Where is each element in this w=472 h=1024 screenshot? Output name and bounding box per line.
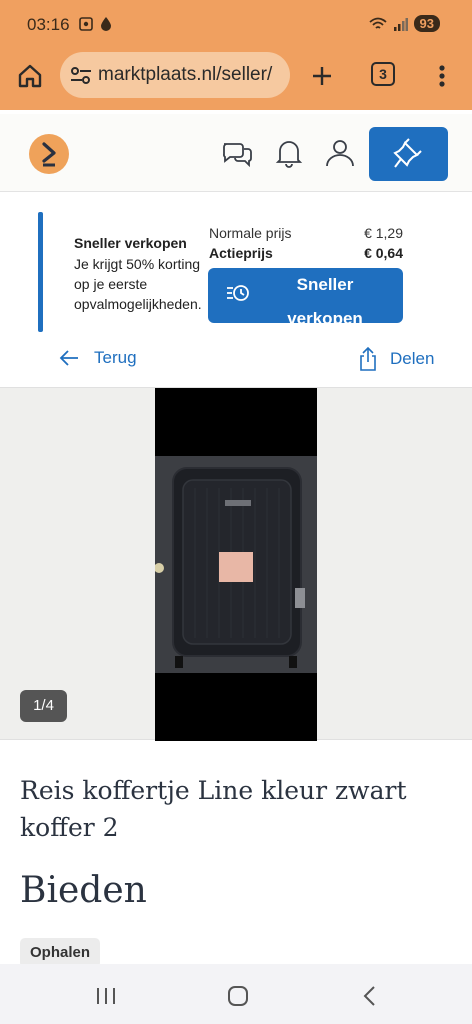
site-settings-icon[interactable]: [70, 66, 92, 86]
wifi-icon: [368, 17, 387, 29]
listing-nav-row: Terug Delen: [0, 340, 472, 386]
tab-switcher-button[interactable]: 3: [371, 62, 395, 86]
listing-price: Bieden: [20, 870, 147, 911]
share-link[interactable]: Delen: [358, 346, 434, 372]
action-price-row: Actieprijs € 0,64: [209, 245, 403, 261]
more-vert-icon: [439, 65, 445, 87]
user-icon: [326, 140, 354, 167]
screenshot-icon: [79, 17, 93, 31]
arrow-left-icon: [59, 350, 78, 366]
listing-photo[interactable]: [154, 388, 317, 741]
action-price-label: Actieprijs: [209, 245, 273, 261]
system-navigation-bar: [0, 964, 472, 1024]
promo-banner: Sneller verkopen Je krijgt 50% korting o…: [0, 192, 472, 340]
share-label: Delen: [390, 349, 435, 368]
back-nav-icon[interactable]: [360, 984, 380, 1008]
battery-indicator: 93: [413, 15, 440, 32]
suitcase-image: [154, 456, 317, 673]
promo-accent-bar: [38, 212, 43, 332]
sell-faster-label: Sneller verkopen: [287, 275, 363, 328]
normal-price-label: Normale prijs: [209, 225, 292, 241]
bell-icon: [275, 141, 303, 168]
browser-chrome: 03:16 93 marktplaats.nl/seller/ 3: [0, 0, 472, 110]
status-notification-icons: [78, 16, 112, 32]
place-ad-button[interactable]: [369, 127, 448, 181]
photo-counter: 1/4: [20, 690, 67, 722]
signal-icon: [393, 17, 408, 31]
clock-list-icon: [227, 285, 249, 301]
address-bar[interactable]: marktplaats.nl/seller/: [60, 52, 290, 98]
chat-icon: [223, 143, 252, 168]
promo-title: Sneller verkopen: [74, 235, 187, 251]
normal-price-value: € 1,29: [364, 225, 403, 241]
sell-faster-button[interactable]: Sneller verkopen: [208, 268, 403, 328]
status-bar: 03:16 93: [0, 0, 472, 50]
status-time: 03:16: [27, 15, 70, 34]
new-tab-button[interactable]: [306, 60, 338, 92]
normal-price-row: Normale prijs € 1,29: [209, 225, 403, 241]
home-nav-icon[interactable]: [226, 984, 250, 1008]
messages-button[interactable]: [220, 136, 254, 170]
browser-menu-button[interactable]: [428, 60, 456, 92]
marktplaats-logo[interactable]: [29, 134, 69, 174]
back-label: Terug: [94, 348, 137, 367]
photo-gallery[interactable]: 1/4: [0, 387, 472, 741]
home-button[interactable]: [14, 60, 46, 92]
promo-description: Je krijgt 50% korting op je eerste opval…: [74, 256, 202, 312]
pin-icon: [393, 138, 422, 168]
url-text[interactable]: marktplaats.nl/seller/: [98, 64, 282, 86]
notifications-button[interactable]: [272, 136, 306, 170]
listing-title: Reis koffertje Line kleur zwart koffer 2: [20, 776, 407, 842]
account-button[interactable]: [323, 136, 357, 170]
browser-toolbar: marktplaats.nl/seller/ 3: [0, 50, 472, 102]
back-link[interactable]: Terug: [58, 348, 137, 368]
action-price-value: € 0,64: [364, 245, 403, 261]
logo-arrow-icon: [42, 142, 56, 167]
site-header: [0, 114, 472, 192]
plus-icon: [313, 67, 331, 85]
recent-apps-icon[interactable]: [94, 986, 118, 1006]
home-icon: [18, 64, 42, 88]
drop-icon: [101, 17, 111, 31]
share-icon: [360, 346, 376, 371]
